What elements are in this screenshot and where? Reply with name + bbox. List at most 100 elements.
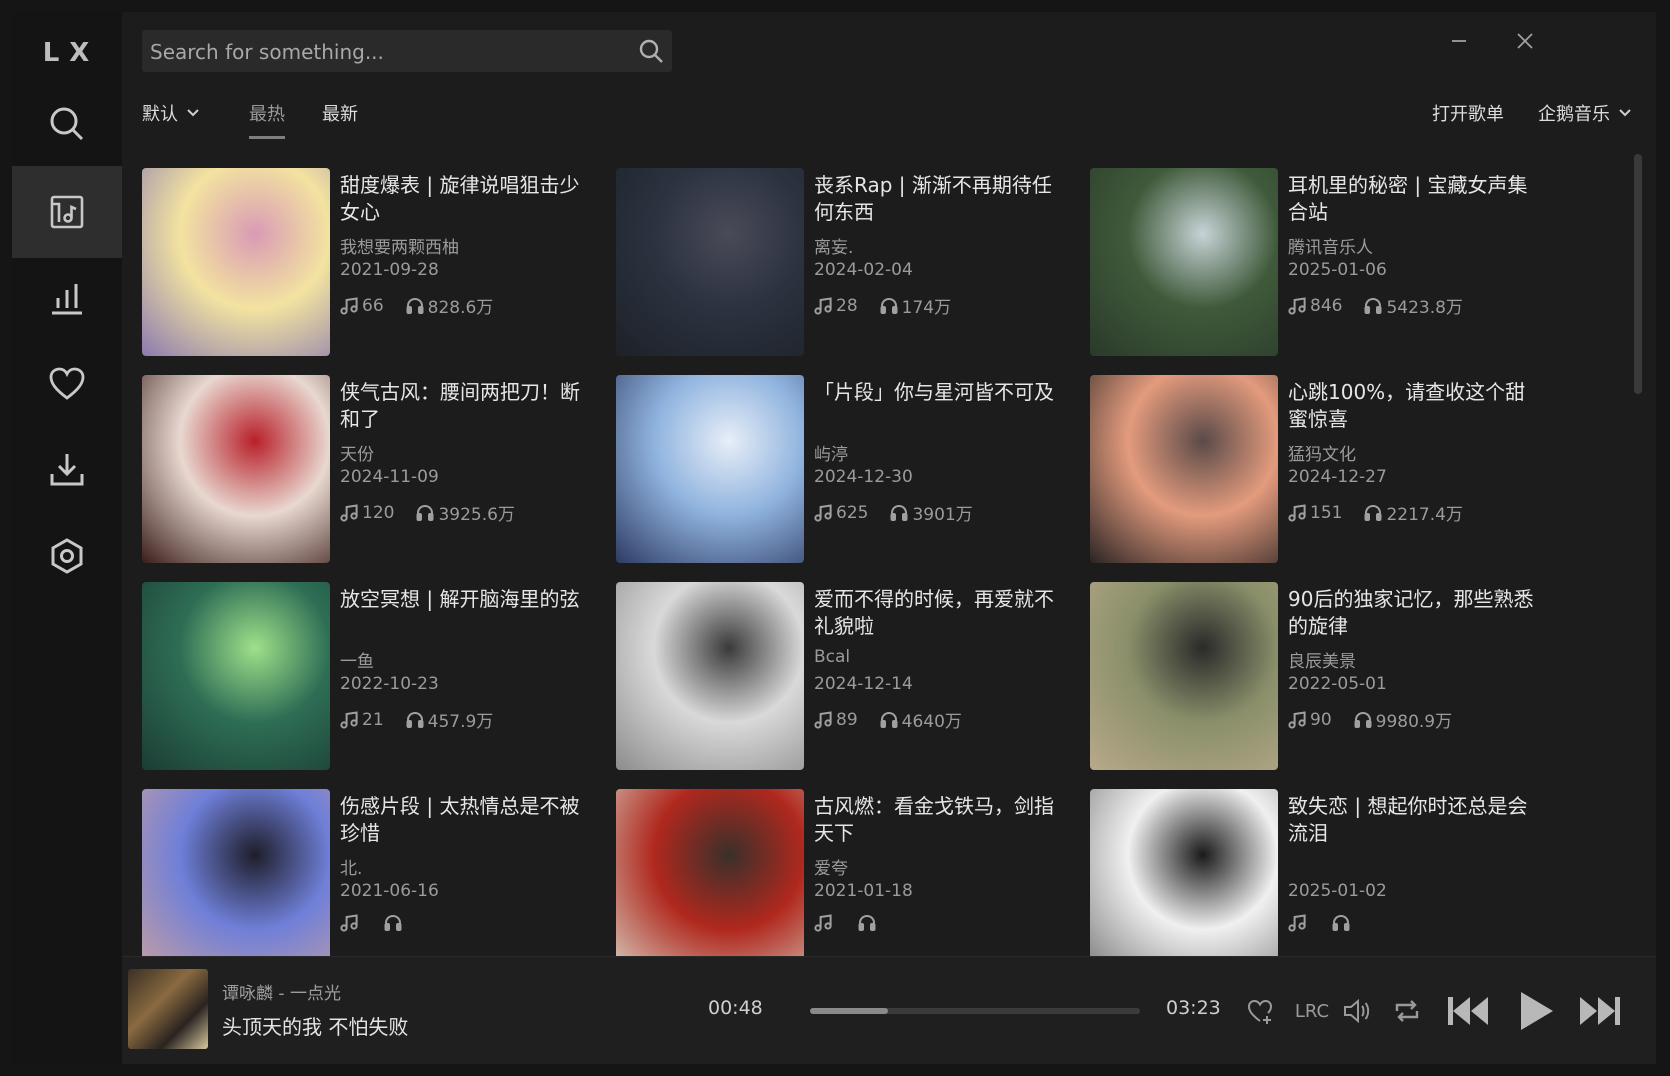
source-dropdown[interactable]: 企鹅音乐 — [1538, 100, 1632, 126]
now-playing-artist: 谭咏麟 - 一点光 — [222, 984, 341, 1004]
playlist-author[interactable]: Bcal — [814, 647, 850, 667]
tab-new[interactable]: 最新 — [322, 100, 358, 126]
close-button[interactable] — [1510, 26, 1540, 56]
playlist-author[interactable]: 天份 — [340, 440, 374, 465]
nav-settings[interactable] — [12, 510, 122, 602]
playlist-date: 2024-12-27 — [1288, 467, 1387, 487]
playlist-cover[interactable] — [142, 789, 330, 976]
app-window: LX Search for something... 默认 最热 最新 打开歌单… — [12, 12, 1656, 1064]
playlist-title[interactable]: 爱而不得的时候，再爱就不礼貌啦 — [814, 586, 1069, 640]
search-icon[interactable] — [638, 38, 664, 64]
playlist-cover[interactable] — [616, 168, 804, 356]
playlist-stats: 66 828.6万 — [340, 293, 493, 318]
nav-search[interactable] — [12, 78, 122, 170]
playlist-title[interactable]: 90后的独家记忆，那些熟悉的旋律 — [1288, 586, 1543, 640]
playlist-card[interactable]: 侠气古风：腰间两把刀！断和了 天份 2024-11-09 120 3925.6万 — [142, 375, 602, 565]
playlist-author[interactable]: 屿渟 — [814, 440, 848, 465]
lyrics-button[interactable]: LRC — [1292, 995, 1332, 1027]
playlist-author[interactable]: 猛犸文化 — [1288, 440, 1356, 465]
previous-icon — [1448, 997, 1488, 1025]
nav-songlist[interactable] — [12, 166, 122, 258]
playlist-card[interactable]: 伤感片段 | 太热情总是不被珍惜 北. 2021-06-16 — [142, 789, 602, 976]
playlist-card[interactable]: 爱而不得的时候，再爱就不礼貌啦 Bcal 2024-12-14 89 4640万 — [616, 582, 1076, 772]
playlist-title[interactable]: 致失恋 | 想起你时还总是会流泪 — [1288, 793, 1543, 847]
playlist-cover[interactable] — [616, 375, 804, 563]
playlist-author[interactable]: 良辰美景 — [1288, 647, 1356, 672]
playlist-cover[interactable] — [1090, 168, 1278, 356]
playlist-author[interactable]: 爱夸 — [814, 854, 848, 879]
nav-favorites[interactable] — [12, 338, 122, 430]
open-playlist-button[interactable]: 打开歌单 — [1432, 100, 1504, 126]
playlist-date: 2021-09-28 — [340, 260, 439, 280]
music-note-icon — [1288, 296, 1306, 315]
play-count: 174万 — [901, 298, 952, 318]
playlist-author[interactable]: 离妄. — [814, 233, 853, 258]
playlist-date: 2024-11-09 — [340, 467, 439, 487]
playlist-cover[interactable] — [142, 375, 330, 563]
total-time: 03:23 — [1166, 997, 1221, 1019]
playlist-card[interactable]: 放空冥想 | 解开脑海里的弦 一鱼 2022-10-23 21 457.9万 — [142, 582, 602, 772]
playlist-title[interactable]: 伤感片段 | 太热情总是不被珍惜 — [340, 793, 595, 847]
playlist-card[interactable]: 心跳100%，请查收这个甜蜜惊喜 猛犸文化 2024-12-27 151 2217.4万 — [1090, 375, 1550, 565]
playlist-cover[interactable] — [1090, 789, 1278, 976]
volume-button[interactable] — [1340, 995, 1374, 1027]
search-box — [142, 30, 672, 74]
music-note-icon — [1288, 914, 1306, 932]
headphones-icon — [406, 711, 424, 728]
song-count: 90 — [1310, 709, 1332, 730]
playlist-card[interactable]: 甜度爆表 | 旋律说唱狙击少女心我想要两颗西柚 2021-09-28 66 828.6… — [142, 168, 602, 358]
nav-leaderboard[interactable] — [12, 252, 122, 344]
playlist-card[interactable]: 致失恋 | 想起你时还总是会流泪 2025-01-02 — [1090, 789, 1550, 976]
playlist-icon — [50, 195, 84, 229]
playlist-cover[interactable] — [142, 168, 330, 356]
settings-icon — [51, 538, 83, 574]
previous-button[interactable] — [1444, 989, 1492, 1033]
repeat-button[interactable] — [1390, 995, 1424, 1027]
playlist-title[interactable]: 耳机里的秘密 | 宝藏女声集合站 — [1288, 172, 1543, 226]
playlist-title[interactable]: 甜度爆表 | 旋律说唱狙击少女心 — [340, 172, 595, 226]
app-logo: LX — [42, 38, 100, 68]
sort-label: 默认 — [142, 104, 178, 125]
playlist-author[interactable]: 一鱼 — [340, 647, 374, 672]
song-count: 846 — [1310, 295, 1343, 316]
headphones-icon — [880, 711, 898, 728]
search-input[interactable] — [142, 30, 632, 74]
nav-download[interactable] — [12, 424, 122, 516]
playlist-title[interactable]: 古风燃：看金戈铁马，剑指天下 — [814, 793, 1069, 847]
music-note-icon — [1288, 503, 1306, 522]
playlist-author[interactable]: 我想要两颗西柚 — [340, 233, 459, 258]
progress-fill — [810, 1008, 888, 1014]
like-button[interactable] — [1244, 995, 1276, 1027]
now-playing-lyric: 头顶天的我 不怕失败 — [222, 1015, 409, 1039]
playlist-card[interactable]: 90后的独家记忆，那些熟悉的旋律 良辰美景 2022-05-01 90 9980.9万 — [1090, 582, 1550, 772]
sort-dropdown[interactable]: 默认 — [142, 100, 200, 126]
playlist-title[interactable]: 丧系Rap | 渐渐不再期待任何东西 — [814, 172, 1069, 226]
playlist-card[interactable]: 古风燃：看金戈铁马，剑指天下 爱夸 2021-01-18 — [616, 789, 1076, 976]
playlist-card[interactable]: 丧系Rap | 渐渐不再期待任何东西 离妄. 2024-02-04 28 174万 — [616, 168, 1076, 358]
tab-hot[interactable]: 最热 — [249, 100, 285, 126]
headphones-icon — [890, 504, 908, 521]
minimize-button[interactable] — [1444, 26, 1474, 56]
playlist-stats: 90 9980.9万 — [1288, 707, 1452, 732]
playlist-author[interactable]: 腾讯音乐人 — [1288, 233, 1373, 258]
playlist-title[interactable]: 侠气古风：腰间两把刀！断和了 — [340, 379, 595, 433]
playlist-cover[interactable] — [616, 582, 804, 770]
playlist-title[interactable]: 放空冥想 | 解开脑海里的弦 — [340, 586, 595, 613]
next-button[interactable] — [1576, 989, 1624, 1033]
now-playing-cover[interactable] — [128, 969, 208, 1049]
scrollbar[interactable] — [1634, 154, 1642, 394]
playlist-cover[interactable] — [1090, 375, 1278, 563]
heart-icon — [49, 367, 85, 400]
playlist-cover[interactable] — [1090, 582, 1278, 770]
playlist-date: 2024-12-14 — [814, 674, 913, 694]
playlist-card[interactable]: 耳机里的秘密 | 宝藏女声集合站 腾讯音乐人 2025-01-06 846 5423.8… — [1090, 168, 1550, 358]
playlist-title[interactable]: 心跳100%，请查收这个甜蜜惊喜 — [1288, 379, 1543, 433]
playlist-cover[interactable] — [616, 789, 804, 976]
playlist-cover[interactable] — [142, 582, 330, 770]
playlist-title[interactable]: 「片段」你与星河皆不可及 — [814, 379, 1069, 406]
progress-bar[interactable] — [810, 1008, 1140, 1014]
play-button[interactable] — [1514, 987, 1558, 1035]
playlist-card[interactable]: 「片段」你与星河皆不可及 屿渟 2024-12-30 625 3901万 — [616, 375, 1076, 565]
song-count: 89 — [836, 709, 858, 730]
playlist-author[interactable]: 北. — [340, 854, 362, 879]
